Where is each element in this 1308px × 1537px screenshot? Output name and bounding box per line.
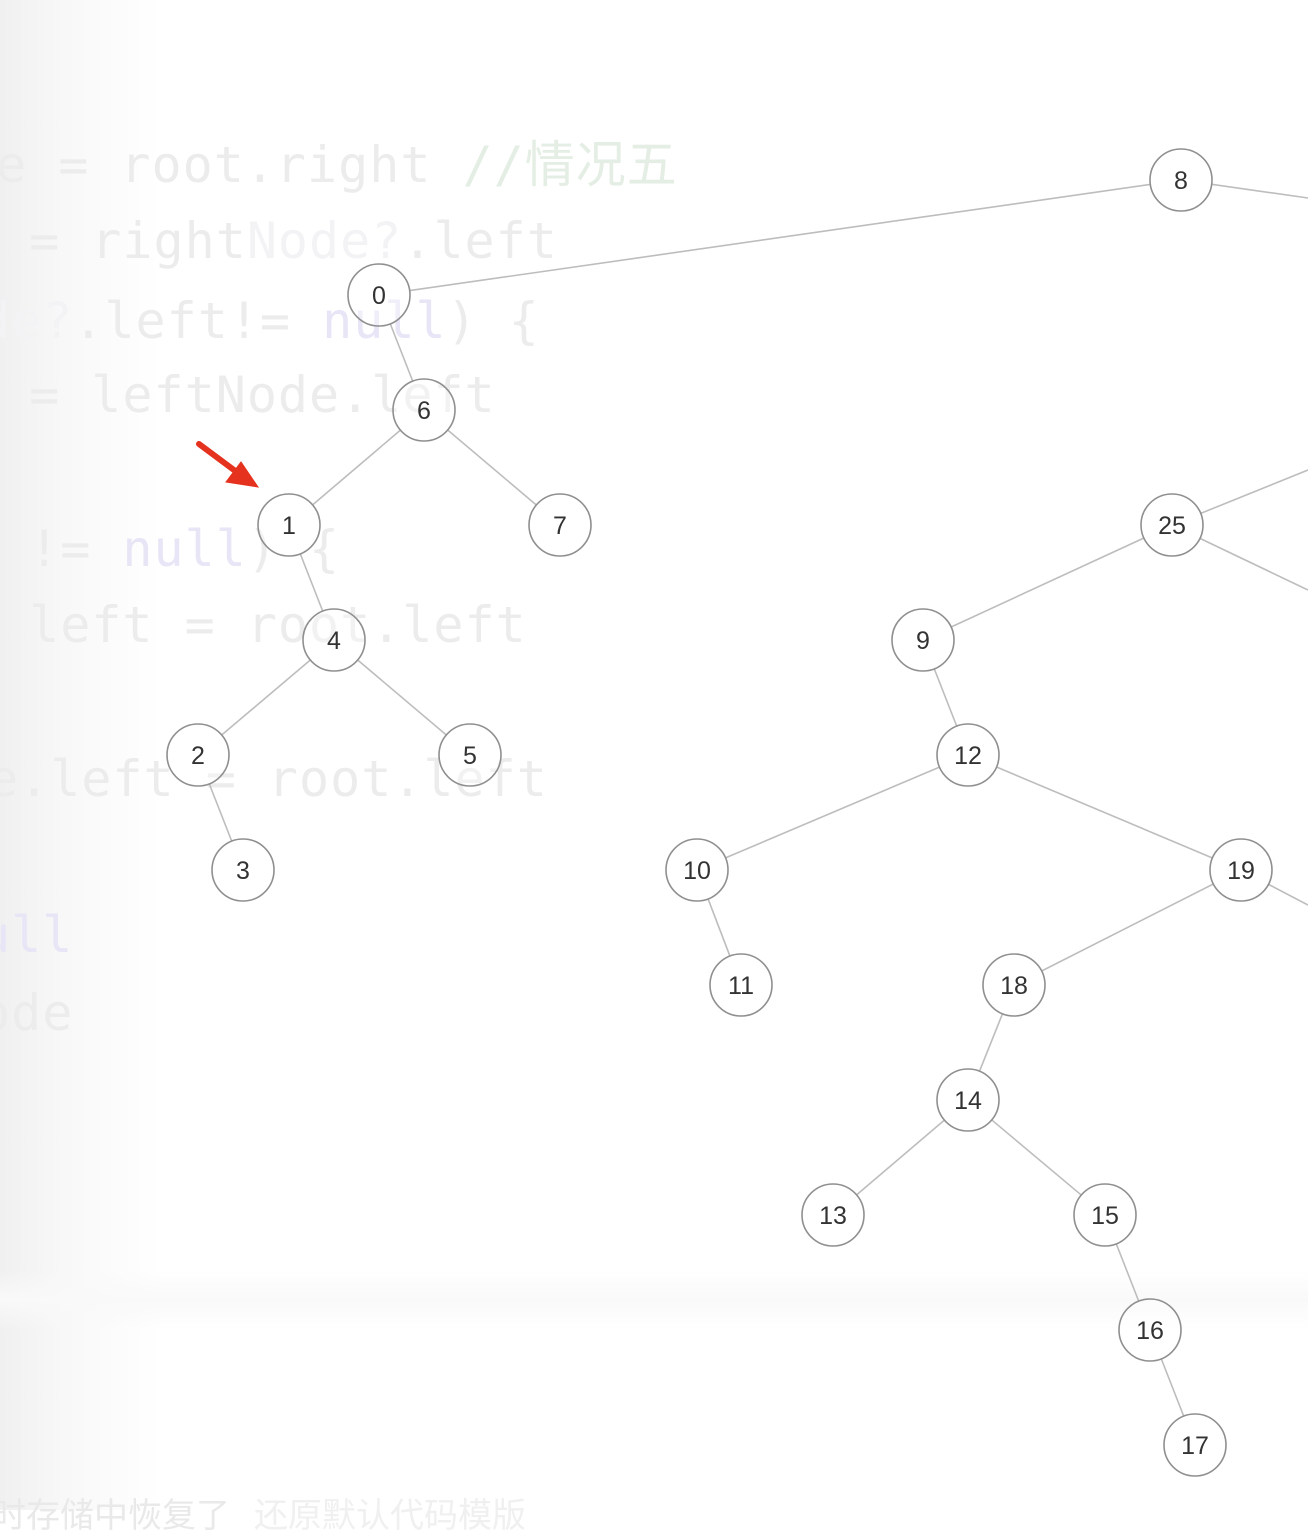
tree-edge-14-13 [856, 1119, 945, 1196]
tree-edge-4-2 [221, 659, 311, 736]
tree-edge-6-1 [312, 429, 401, 506]
tree-node-label: 4 [327, 627, 341, 655]
tree-node-7: 7 [528, 493, 592, 557]
tree-node-label: 9 [916, 627, 930, 655]
tree-edge-16-17 [1160, 1358, 1185, 1417]
tree-edge-19-offscreen [1268, 883, 1308, 906]
tree-node-label: 12 [954, 742, 982, 770]
tree-edge-8-offscreen [1211, 183, 1308, 199]
tree-node-17: 17 [1163, 1413, 1227, 1477]
tree-node-25: 25 [1140, 493, 1204, 557]
tree-node-19: 19 [1209, 838, 1273, 902]
tree-edge-19-18 [1041, 883, 1214, 972]
tree-node-label: 0 [372, 282, 386, 310]
tree-node-label: 8 [1174, 167, 1188, 195]
tree-node-6: 6 [392, 378, 456, 442]
tree-edge-9-12 [933, 668, 958, 727]
tree-edge-6-7 [447, 429, 537, 506]
tree-edge-18-14 [978, 1013, 1004, 1072]
tree-node-8: 8 [1149, 148, 1213, 212]
tree-node-0: 0 [347, 263, 411, 327]
tree-node-label: 3 [236, 857, 250, 885]
tree-node-15: 15 [1073, 1183, 1137, 1247]
tree-node-label: 17 [1181, 1432, 1209, 1460]
tree-node-11: 11 [709, 953, 773, 1017]
binary-tree-diagram: 8061 742 532591210 1911 181413 151617 [166, 148, 1308, 1477]
tree-node-label: 7 [553, 512, 567, 540]
tree-node-label: 5 [463, 742, 477, 770]
tree-node-label: 16 [1136, 1317, 1164, 1345]
tree-edge-4-5 [357, 659, 447, 736]
tree-edge-8-0 [409, 183, 1151, 292]
tree-node-label: 1 [282, 512, 296, 540]
tree-edge-25-offscreen [1200, 469, 1308, 515]
tree-node-18: 18 [982, 953, 1046, 1017]
tree-edge-10-11 [707, 898, 731, 957]
tree-edge-1-4 [299, 553, 324, 612]
tree-edge-12-19 [996, 766, 1213, 859]
tree-edge-14-15 [991, 1119, 1082, 1196]
tree-node-label: 10 [683, 857, 711, 885]
tree-node-14: 14 [936, 1068, 1000, 1132]
tree-node-10: 10 [665, 838, 729, 902]
red-arrow-annotation [196, 441, 260, 488]
tree-edge-15-16 [1115, 1243, 1140, 1302]
tree-node-label: 2 [191, 742, 205, 770]
tree-edge-12-10 [725, 766, 940, 859]
tree-edge-0-6 [389, 323, 414, 382]
tree-node-label: 11 [728, 972, 754, 1000]
tree-node-4: 4 [302, 608, 366, 672]
tree-node-5: 5 [438, 723, 502, 787]
tree-node-1: 1 [257, 493, 321, 557]
tree-node-label: 25 [1158, 512, 1186, 540]
tree-node-label: 18 [1000, 972, 1028, 1000]
tree-edge-25-9 [950, 537, 1145, 628]
tree-node-label: 14 [954, 1087, 982, 1115]
tree-edge-2-3 [208, 783, 233, 842]
tree-node-2: 2 [166, 723, 230, 787]
tree-node-12: 12 [936, 723, 1000, 787]
tree-edge-25-offscreen [1199, 537, 1308, 591]
tree-node-13: 13 [801, 1183, 865, 1247]
tree-node-label: 15 [1091, 1202, 1119, 1230]
tree-node-3: 3 [211, 838, 275, 902]
tree-node-label: 6 [417, 397, 431, 425]
tree-node-9: 9 [891, 608, 955, 672]
tree-node-label: 13 [819, 1202, 847, 1230]
tree-node-16: 16 [1118, 1298, 1182, 1362]
tree-node-label: 19 [1227, 857, 1255, 885]
